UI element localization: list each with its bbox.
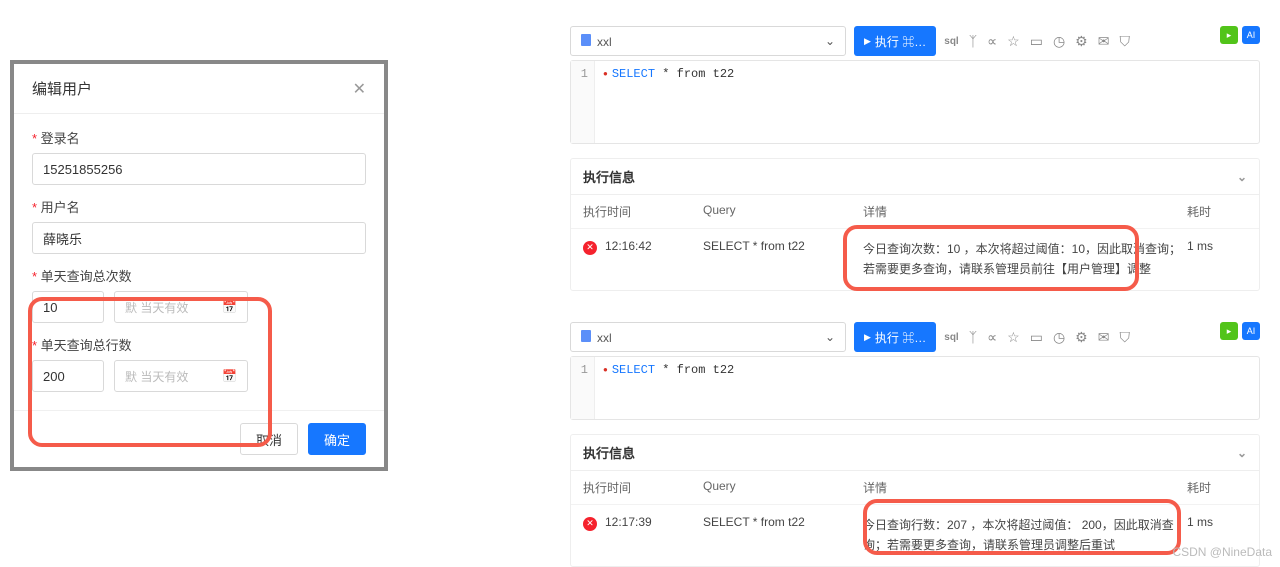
result-block: 执行信息 ⌄ 执行时间 Query 详情 耗时 ✕12:17:39 SELECT… <box>570 434 1260 567</box>
result-header: 执行信息 ⌄ <box>571 435 1259 471</box>
close-icon[interactable]: ✕ <box>353 79 366 99</box>
sql-panel-1: xxl ⌄ 执行 ⌘… sql ᛉ ∝ ☆ ▭ ◷ ⚙ ✉ ⛉ ▸ AI 1 S… <box>570 26 1260 291</box>
edit-user-dialog: 编辑用户 ✕ 登录名 用户名 单天查询总次数 默 当天有效 📅 单天查询总行数 <box>10 60 388 471</box>
star-icon[interactable]: ☆ <box>1007 329 1020 346</box>
result-title: 执行信息 <box>583 443 635 462</box>
highlight-annotation <box>843 225 1139 291</box>
dialog-header: 编辑用户 ✕ <box>14 64 384 114</box>
sql-keyword: SELECT <box>612 67 655 81</box>
right-badges: ▸ AI <box>1220 322 1260 340</box>
code[interactable]: SELECT * from t22 <box>595 61 742 143</box>
shield-icon[interactable]: ⛉ <box>1119 329 1130 346</box>
folder-icon[interactable]: ▭ <box>1030 33 1043 50</box>
badge-green[interactable]: ▸ <box>1220 322 1238 340</box>
execute-button[interactable]: 执行 ⌘… <box>854 322 936 352</box>
daily-count-label: 单天查询总次数 <box>32 266 366 285</box>
cell-cost: 1 ms <box>1187 239 1247 253</box>
database-icon <box>581 330 591 342</box>
gear-icon[interactable]: ⚙ <box>1075 329 1088 346</box>
star-icon[interactable]: ☆ <box>1007 33 1020 50</box>
share-icon[interactable]: ∝ <box>987 33 997 50</box>
col-cost: 耗时 <box>1187 203 1247 220</box>
highlight-annotation <box>863 499 1181 555</box>
breakpoint-icon <box>603 363 612 377</box>
col-detail: 详情 <box>863 479 1187 496</box>
shield-icon[interactable]: ⛉ <box>1119 33 1130 50</box>
sql-rest: * from t22 <box>655 363 734 377</box>
confirm-button[interactable]: 确定 <box>308 423 366 455</box>
toolbar: xxl ⌄ 执行 ⌘… sql ᛉ ∝ ☆ ▭ ◷ ⚙ ✉ ⛉ ▸ AI <box>570 26 1260 56</box>
col-detail: 详情 <box>863 203 1187 220</box>
result-block: 执行信息 ⌄ 执行时间 Query 详情 耗时 ✕12:16:42 SELECT… <box>570 158 1260 291</box>
mail-icon[interactable]: ✉ <box>1098 33 1110 50</box>
result-header: 执行信息 ⌄ <box>571 159 1259 195</box>
breakpoint-icon <box>603 67 612 81</box>
cell-time: ✕12:17:39 <box>583 515 703 531</box>
highlight-annotation <box>28 297 272 447</box>
db-name: xxl <box>597 331 612 345</box>
sql-panel-2: xxl ⌄ 执行 ⌘… sql ᛉ ∝ ☆ ▭ ◷ ⚙ ✉ ⛉ ▸ AI 1 S… <box>570 322 1260 567</box>
login-input[interactable] <box>32 153 366 185</box>
tool-icons: sql ᛉ ∝ ☆ ▭ ◷ ⚙ ✉ ⛉ <box>944 329 1130 346</box>
chevron-down-icon: ⌄ <box>825 34 835 48</box>
gutter: 1 <box>571 357 595 419</box>
code[interactable]: SELECT * from t22 <box>595 357 742 419</box>
col-time: 执行时间 <box>583 479 703 496</box>
sql-keyword: SELECT <box>612 363 655 377</box>
db-selector[interactable]: xxl ⌄ <box>570 322 846 352</box>
badge-green[interactable]: ▸ <box>1220 26 1238 44</box>
database-icon <box>581 34 591 46</box>
gear-icon[interactable]: ⚙ <box>1075 33 1088 50</box>
chevron-down-icon: ⌄ <box>825 330 835 344</box>
toolbar: xxl ⌄ 执行 ⌘… sql ᛉ ∝ ☆ ▭ ◷ ⚙ ✉ ⛉ ▸ AI <box>570 322 1260 352</box>
cell-query: SELECT * from t22 <box>703 515 863 529</box>
cell-cost: 1 ms <box>1187 515 1247 529</box>
badge-blue[interactable]: AI <box>1242 322 1260 340</box>
result-row: ✕12:16:42 SELECT * from t22 今日查询次数：10 ，本… <box>571 229 1259 290</box>
error-icon: ✕ <box>583 241 597 255</box>
db-selector[interactable]: xxl ⌄ <box>570 26 846 56</box>
collapse-icon[interactable]: ⌄ <box>1237 170 1247 184</box>
share-icon[interactable]: ∝ <box>987 329 997 346</box>
result-columns: 执行时间 Query 详情 耗时 <box>571 195 1259 229</box>
col-query: Query <box>703 203 863 220</box>
col-cost: 耗时 <box>1187 479 1247 496</box>
error-icon: ✕ <box>583 517 597 531</box>
cell-query: SELECT * from t22 <box>703 239 863 253</box>
sql-editor[interactable]: 1 SELECT * from t22 <box>570 60 1260 144</box>
sql-icon[interactable]: sql <box>944 332 958 343</box>
execute-button[interactable]: 执行 ⌘… <box>854 26 936 56</box>
username-input[interactable] <box>32 222 366 254</box>
sql-icon[interactable]: sql <box>944 36 958 47</box>
dialog-title: 编辑用户 <box>32 78 92 99</box>
col-time: 执行时间 <box>583 203 703 220</box>
clock-icon[interactable]: ◷ <box>1053 33 1065 50</box>
sql-editor[interactable]: 1 SELECT * from t22 <box>570 356 1260 420</box>
db-name: xxl <box>597 35 612 49</box>
right-badges: ▸ AI <box>1220 26 1260 44</box>
login-label: 登录名 <box>32 128 366 147</box>
username-label: 用户名 <box>32 197 366 216</box>
result-title: 执行信息 <box>583 167 635 186</box>
filter-icon[interactable]: ᛉ <box>969 329 977 345</box>
result-row: ✕12:17:39 SELECT * from t22 今日查询行数：207 ，… <box>571 505 1259 566</box>
gutter: 1 <box>571 61 595 143</box>
clock-icon[interactable]: ◷ <box>1053 329 1065 346</box>
tool-icons: sql ᛉ ∝ ☆ ▭ ◷ ⚙ ✉ ⛉ <box>944 33 1130 50</box>
col-query: Query <box>703 479 863 496</box>
collapse-icon[interactable]: ⌄ <box>1237 446 1247 460</box>
cell-time: ✕12:16:42 <box>583 239 703 255</box>
watermark: CSDN @NineData <box>1172 545 1272 559</box>
badge-blue[interactable]: AI <box>1242 26 1260 44</box>
sql-rest: * from t22 <box>655 67 734 81</box>
dialog-body: 登录名 用户名 单天查询总次数 默 当天有效 📅 单天查询总行数 默 当天有效 <box>14 114 384 410</box>
mail-icon[interactable]: ✉ <box>1098 329 1110 346</box>
filter-icon[interactable]: ᛉ <box>969 33 977 49</box>
folder-icon[interactable]: ▭ <box>1030 329 1043 346</box>
